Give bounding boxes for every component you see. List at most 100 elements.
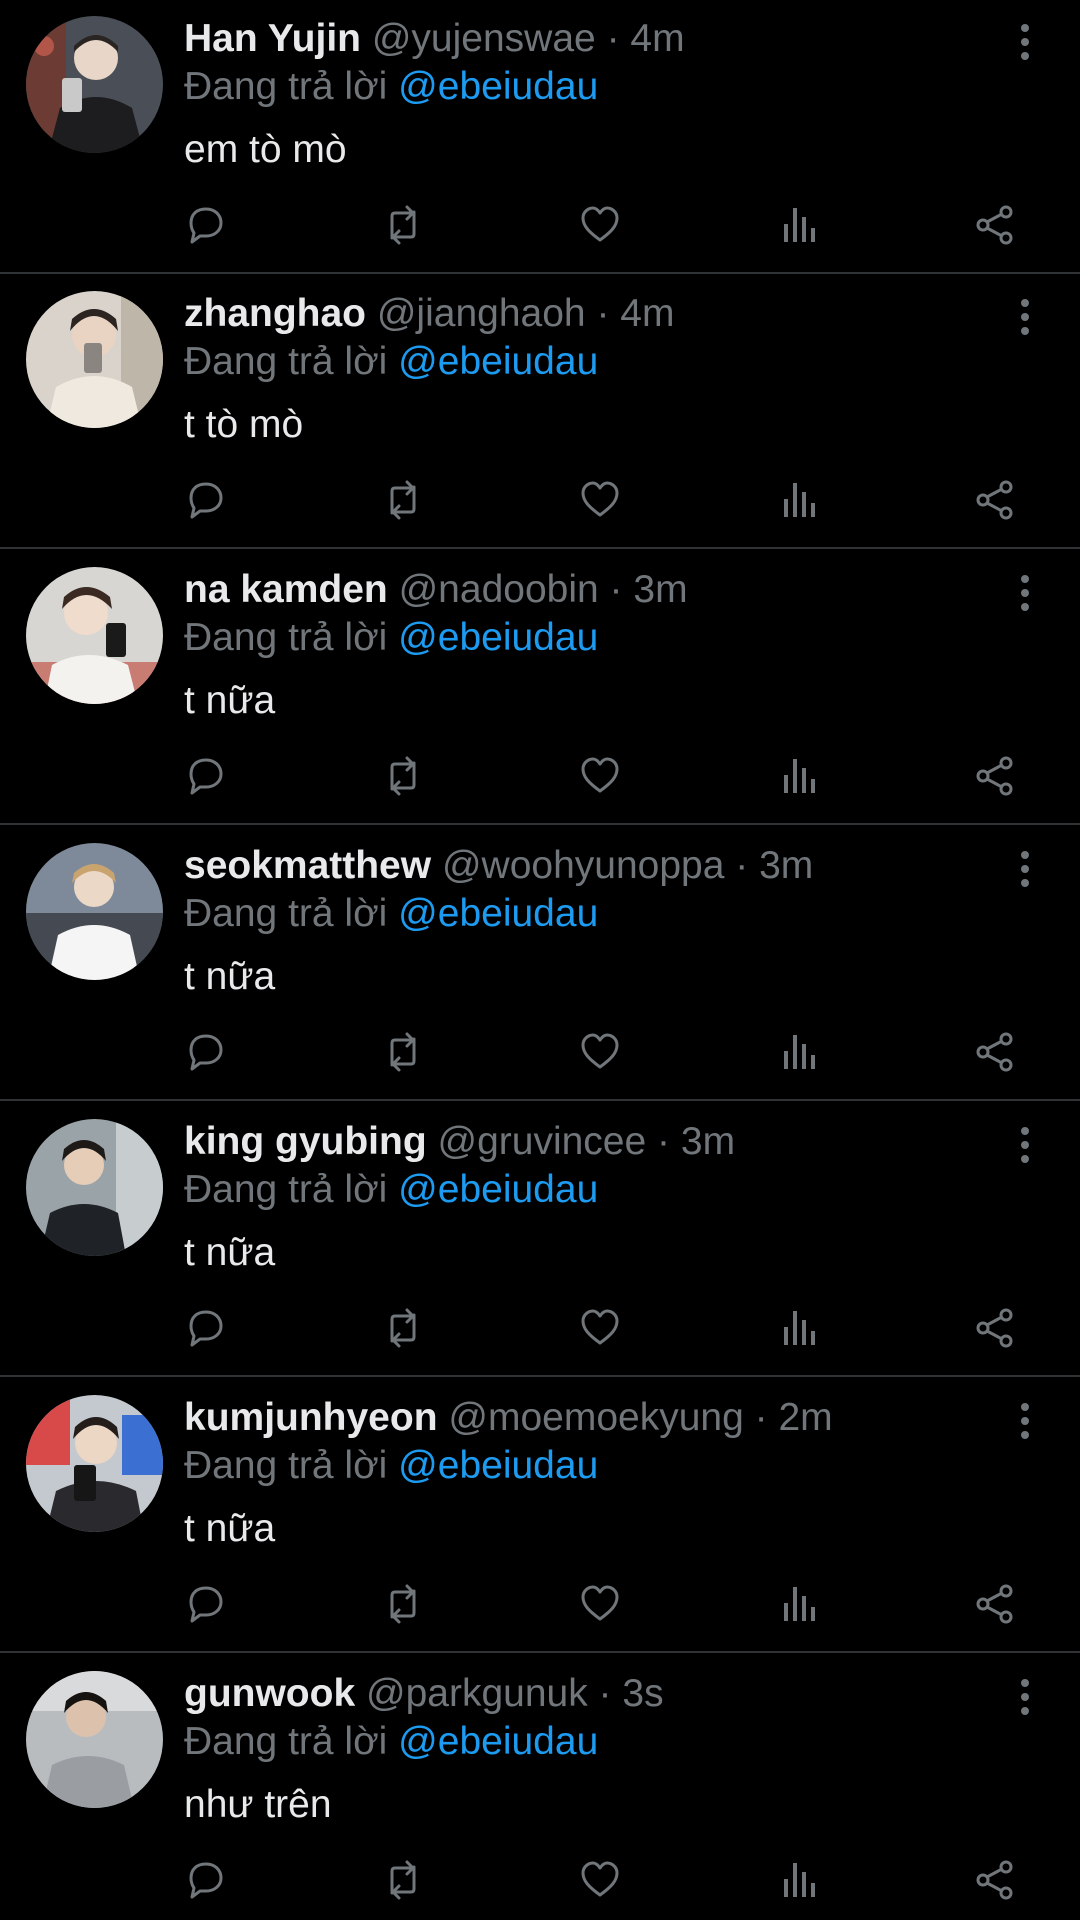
mention-link[interactable]: @ebeiudau (398, 892, 598, 935)
reply-tweet[interactable]: na kamden @nadoobin · 3m Đang trả lời @e… (0, 551, 1080, 825)
display-name[interactable]: Han Yujin (184, 17, 361, 60)
user-handle[interactable]: @yujenswae (372, 17, 596, 60)
share-icon[interactable] (972, 753, 1018, 799)
mention-link[interactable]: @ebeiudau (398, 65, 598, 108)
more-icon[interactable] (1005, 847, 1045, 891)
mention-link[interactable]: @ebeiudau (398, 1444, 598, 1487)
tweet-text: t tò mò (184, 403, 304, 446)
user-handle[interactable]: @jianghaoh (377, 292, 586, 335)
separator-dot: · (596, 292, 610, 335)
timestamp[interactable]: 3s (622, 1672, 663, 1715)
tweet-header: king gyubing @gruvincee · 3m (184, 1117, 735, 1167)
replying-to-line: Đang trả lời @ebeiudau (184, 889, 598, 939)
reply-icon[interactable] (183, 1029, 229, 1075)
reply-tweet[interactable]: seokmatthew @woohyunoppa · 3m Đang trả l… (0, 827, 1080, 1101)
avatar[interactable] (26, 1119, 163, 1256)
retweet-icon[interactable] (380, 753, 426, 799)
display-name[interactable]: kumjunhyeon (184, 1396, 438, 1439)
timestamp[interactable]: 2m (778, 1396, 832, 1439)
views-chart-icon[interactable] (775, 753, 821, 799)
views-chart-icon[interactable] (775, 1857, 821, 1903)
more-icon[interactable] (1005, 1123, 1045, 1167)
views-chart-icon[interactable] (775, 477, 821, 523)
more-icon[interactable] (1005, 1399, 1045, 1443)
more-icon[interactable] (1005, 20, 1045, 64)
display-name[interactable]: na kamden (184, 568, 388, 611)
avatar[interactable] (26, 291, 163, 428)
retweet-icon[interactable] (380, 1029, 426, 1075)
reply-feed: Han Yujin @yujenswae · 4m Đang trả lời @… (0, 0, 1080, 1920)
timestamp[interactable]: 4m (630, 17, 684, 60)
reply-tweet[interactable]: gunwook @parkgunuk · 3s Đang trả lời @eb… (0, 1655, 1080, 1920)
user-handle[interactable]: @moemoekyung (448, 1396, 743, 1439)
avatar[interactable] (26, 16, 163, 153)
reply-icon[interactable] (183, 1581, 229, 1627)
more-icon[interactable] (1005, 295, 1045, 339)
retweet-icon[interactable] (380, 1581, 426, 1627)
avatar[interactable] (26, 567, 163, 704)
user-handle[interactable]: @gruvincee (438, 1120, 647, 1163)
mention-link[interactable]: @ebeiudau (398, 1168, 598, 1211)
reply-icon[interactable] (183, 202, 229, 248)
retweet-icon[interactable] (380, 1857, 426, 1903)
separator-dot: · (754, 1396, 768, 1439)
more-icon[interactable] (1005, 1675, 1045, 1719)
share-icon[interactable] (972, 1029, 1018, 1075)
display-name[interactable]: seokmatthew (184, 844, 431, 887)
timestamp[interactable]: 3m (759, 844, 813, 887)
retweet-icon[interactable] (380, 202, 426, 248)
reply-tweet[interactable]: kumjunhyeon @moemoekyung · 2m Đang trả l… (0, 1379, 1080, 1653)
tweet-header: na kamden @nadoobin · 3m (184, 565, 688, 615)
mention-link[interactable]: @ebeiudau (398, 616, 598, 659)
display-name[interactable]: zhanghao (184, 292, 366, 335)
replying-prefix: Đang trả lời (184, 1444, 388, 1487)
share-icon[interactable] (972, 1857, 1018, 1903)
views-chart-icon[interactable] (775, 1581, 821, 1627)
share-icon[interactable] (972, 477, 1018, 523)
tweet-text: t nữa (184, 1231, 276, 1274)
avatar[interactable] (26, 1395, 163, 1532)
retweet-icon[interactable] (380, 1305, 426, 1351)
timestamp[interactable]: 4m (620, 292, 674, 335)
replying-prefix: Đang trả lời (184, 340, 388, 383)
timestamp[interactable]: 3m (681, 1120, 735, 1163)
heart-icon[interactable] (577, 477, 623, 523)
replying-to-line: Đang trả lời @ebeiudau (184, 1165, 598, 1215)
tweet-text: t nữa (184, 955, 276, 998)
user-handle[interactable]: @parkgunuk (366, 1672, 588, 1715)
display-name[interactable]: king gyubing (184, 1120, 427, 1163)
heart-icon[interactable] (577, 1857, 623, 1903)
heart-icon[interactable] (577, 202, 623, 248)
user-handle[interactable]: @nadoobin (399, 568, 599, 611)
share-icon[interactable] (972, 1581, 1018, 1627)
heart-icon[interactable] (577, 1581, 623, 1627)
reply-icon[interactable] (183, 1305, 229, 1351)
views-chart-icon[interactable] (775, 1305, 821, 1351)
more-icon[interactable] (1005, 571, 1045, 615)
views-chart-icon[interactable] (775, 202, 821, 248)
user-handle[interactable]: @woohyunoppa (442, 844, 724, 887)
share-icon[interactable] (972, 1305, 1018, 1351)
mention-link[interactable]: @ebeiudau (398, 340, 598, 383)
retweet-icon[interactable] (380, 477, 426, 523)
heart-icon[interactable] (577, 1305, 623, 1351)
avatar[interactable] (26, 1671, 163, 1808)
reply-tweet[interactable]: king gyubing @gruvincee · 3m Đang trả lờ… (0, 1103, 1080, 1377)
display-name[interactable]: gunwook (184, 1672, 355, 1715)
heart-icon[interactable] (577, 753, 623, 799)
tweet-header: zhanghao @jianghaoh · 4m (184, 289, 674, 339)
reply-tweet[interactable]: zhanghao @jianghaoh · 4m Đang trả lời @e… (0, 275, 1080, 549)
share-icon[interactable] (972, 202, 1018, 248)
heart-icon[interactable] (577, 1029, 623, 1075)
timestamp[interactable]: 3m (633, 568, 687, 611)
views-chart-icon[interactable] (775, 1029, 821, 1075)
mention-link[interactable]: @ebeiudau (398, 1720, 598, 1763)
replying-prefix: Đang trả lời (184, 616, 388, 659)
separator-dot: · (606, 17, 620, 60)
reply-icon[interactable] (183, 1857, 229, 1903)
avatar[interactable] (26, 843, 163, 980)
tweet-header: seokmatthew @woohyunoppa · 3m (184, 841, 813, 891)
reply-icon[interactable] (183, 753, 229, 799)
reply-tweet[interactable]: Han Yujin @yujenswae · 4m Đang trả lời @… (0, 0, 1080, 274)
reply-icon[interactable] (183, 477, 229, 523)
